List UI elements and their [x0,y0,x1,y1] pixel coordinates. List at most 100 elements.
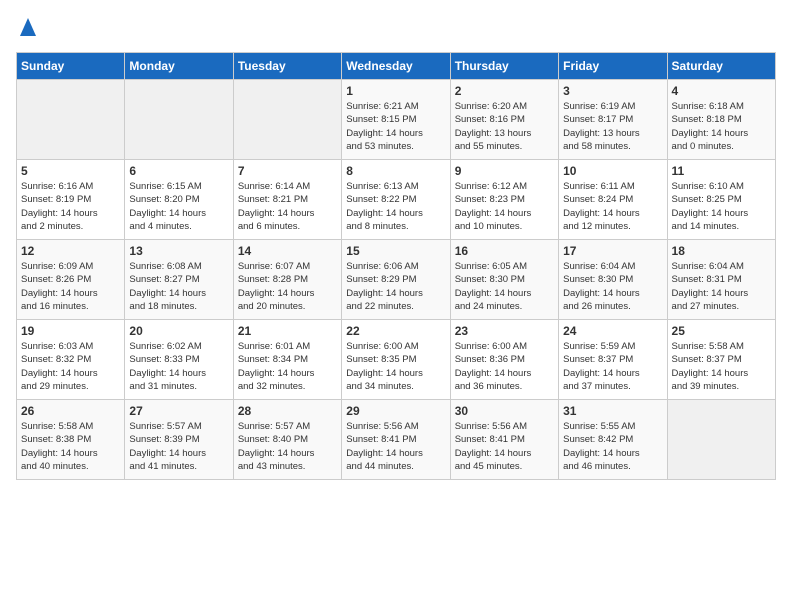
calendar-cell: 31Sunrise: 5:55 AM Sunset: 8:42 PM Dayli… [559,400,667,480]
day-info: Sunrise: 6:02 AM Sunset: 8:33 PM Dayligh… [129,340,228,393]
day-info: Sunrise: 6:04 AM Sunset: 8:31 PM Dayligh… [672,260,771,313]
day-number: 10 [563,164,662,178]
calendar-cell: 21Sunrise: 6:01 AM Sunset: 8:34 PM Dayli… [233,320,341,400]
calendar-body: 1 Sunrise: 6:21 AM Sunset: 8:15 PM Daylig… [17,80,776,480]
calendar-cell: 11 Sunrise: 6:10 AM Sunset: 8:25 PM Dayli… [667,160,775,240]
day-number: 22 [346,324,445,338]
calendar-cell: 1 Sunrise: 6:21 AM Sunset: 8:15 PM Daylig… [342,80,450,160]
day-info: Sunrise: 6:10 AM Sunset: 8:25 PM Dayligh… [672,180,771,233]
weekday-header-wednesday: Wednesday [342,53,450,80]
calendar-cell: 6Sunrise: 6:15 AM Sunset: 8:20 PM Daylig… [125,160,233,240]
weekday-header-thursday: Thursday [450,53,558,80]
day-number: 15 [346,244,445,258]
day-info: Sunrise: 6:00 AM Sunset: 8:36 PM Dayligh… [455,340,554,393]
calendar-cell [667,400,775,480]
day-info: Sunrise: 6:00 AM Sunset: 8:35 PM Dayligh… [346,340,445,393]
calendar-cell: 19Sunrise: 6:03 AM Sunset: 8:32 PM Dayli… [17,320,125,400]
calendar-cell: 27 Sunrise: 5:57 AM Sunset: 8:39 PM Dayli… [125,400,233,480]
calendar-week-row: 1 Sunrise: 6:21 AM Sunset: 8:15 PM Daylig… [17,80,776,160]
calendar-cell: 26Sunrise: 5:58 AM Sunset: 8:38 PM Dayli… [17,400,125,480]
day-number: 3 [563,84,662,98]
calendar-cell: 20 Sunrise: 6:02 AM Sunset: 8:33 PM Dayli… [125,320,233,400]
day-number: 6 [129,164,228,178]
day-info: Sunrise: 6:06 AM Sunset: 8:29 PM Dayligh… [346,260,445,313]
calendar-cell: 13 Sunrise: 6:08 AM Sunset: 8:27 PM Dayli… [125,240,233,320]
calendar-cell: 24 Sunrise: 5:59 AM Sunset: 8:37 PM Dayli… [559,320,667,400]
calendar-cell: 2 Sunrise: 6:20 AM Sunset: 8:16 PM Daylig… [450,80,558,160]
calendar-cell: 30 Sunrise: 5:56 AM Sunset: 8:41 PM Dayli… [450,400,558,480]
day-info: Sunrise: 6:08 AM Sunset: 8:27 PM Dayligh… [129,260,228,313]
weekday-header-friday: Friday [559,53,667,80]
day-info: Sunrise: 6:12 AM Sunset: 8:23 PM Dayligh… [455,180,554,233]
day-number: 27 [129,404,228,418]
calendar-cell: 7 Sunrise: 6:14 AM Sunset: 8:21 PM Daylig… [233,160,341,240]
day-number: 30 [455,404,554,418]
day-number: 12 [21,244,120,258]
day-number: 17 [563,244,662,258]
calendar-cell: 23Sunrise: 6:00 AM Sunset: 8:36 PM Dayli… [450,320,558,400]
calendar-cell: 28 Sunrise: 5:57 AM Sunset: 8:40 PM Dayli… [233,400,341,480]
calendar-cell: 3 Sunrise: 6:19 AM Sunset: 8:17 PM Daylig… [559,80,667,160]
day-info: Sunrise: 5:56 AM Sunset: 8:41 PM Dayligh… [455,420,554,473]
calendar-cell: 29 Sunrise: 5:56 AM Sunset: 8:41 PM Dayli… [342,400,450,480]
calendar-cell: 5Sunrise: 6:16 AM Sunset: 8:19 PM Daylig… [17,160,125,240]
day-number: 24 [563,324,662,338]
calendar-cell: 15 Sunrise: 6:06 AM Sunset: 8:29 PM Dayli… [342,240,450,320]
day-number: 16 [455,244,554,258]
weekday-header-row: SundayMondayTuesdayWednesdayThursdayFrid… [17,53,776,80]
calendar-cell: 18Sunrise: 6:04 AM Sunset: 8:31 PM Dayli… [667,240,775,320]
day-info: Sunrise: 6:04 AM Sunset: 8:30 PM Dayligh… [563,260,662,313]
day-info: Sunrise: 6:20 AM Sunset: 8:16 PM Dayligh… [455,100,554,153]
day-info: Sunrise: 6:18 AM Sunset: 8:18 PM Dayligh… [672,100,771,153]
calendar-cell: 4 Sunrise: 6:18 AM Sunset: 8:18 PM Daylig… [667,80,775,160]
day-number: 19 [21,324,120,338]
calendar-cell [17,80,125,160]
day-number: 20 [129,324,228,338]
day-info: Sunrise: 6:14 AM Sunset: 8:21 PM Dayligh… [238,180,337,233]
day-info: Sunrise: 6:21 AM Sunset: 8:15 PM Dayligh… [346,100,445,153]
calendar-cell: 10 Sunrise: 6:11 AM Sunset: 8:24 PM Dayli… [559,160,667,240]
day-number: 31 [563,404,662,418]
calendar-week-row: 19Sunrise: 6:03 AM Sunset: 8:32 PM Dayli… [17,320,776,400]
calendar-cell: 17 Sunrise: 6:04 AM Sunset: 8:30 PM Dayli… [559,240,667,320]
day-info: Sunrise: 6:01 AM Sunset: 8:34 PM Dayligh… [238,340,337,393]
calendar-table: SundayMondayTuesdayWednesdayThursdayFrid… [16,52,776,480]
day-info: Sunrise: 6:11 AM Sunset: 8:24 PM Dayligh… [563,180,662,233]
day-number: 4 [672,84,771,98]
day-number: 14 [238,244,337,258]
day-info: Sunrise: 5:57 AM Sunset: 8:40 PM Dayligh… [238,420,337,473]
calendar-cell: 8Sunrise: 6:13 AM Sunset: 8:22 PM Daylig… [342,160,450,240]
day-number: 13 [129,244,228,258]
day-number: 28 [238,404,337,418]
logo [16,16,44,40]
day-number: 9 [455,164,554,178]
day-info: Sunrise: 6:05 AM Sunset: 8:30 PM Dayligh… [455,260,554,313]
weekday-header-monday: Monday [125,53,233,80]
calendar-week-row: 12 Sunrise: 6:09 AM Sunset: 8:26 PM Dayli… [17,240,776,320]
day-info: Sunrise: 5:58 AM Sunset: 8:37 PM Dayligh… [672,340,771,393]
calendar-week-row: 26Sunrise: 5:58 AM Sunset: 8:38 PM Dayli… [17,400,776,480]
day-info: Sunrise: 6:13 AM Sunset: 8:22 PM Dayligh… [346,180,445,233]
calendar-cell: 16 Sunrise: 6:05 AM Sunset: 8:30 PM Dayli… [450,240,558,320]
day-info: Sunrise: 5:58 AM Sunset: 8:38 PM Dayligh… [21,420,120,473]
calendar-cell: 9 Sunrise: 6:12 AM Sunset: 8:23 PM Daylig… [450,160,558,240]
day-number: 29 [346,404,445,418]
day-number: 11 [672,164,771,178]
weekday-header-tuesday: Tuesday [233,53,341,80]
day-number: 7 [238,164,337,178]
day-info: Sunrise: 5:59 AM Sunset: 8:37 PM Dayligh… [563,340,662,393]
day-info: Sunrise: 6:09 AM Sunset: 8:26 PM Dayligh… [21,260,120,313]
calendar-cell: 12 Sunrise: 6:09 AM Sunset: 8:26 PM Dayli… [17,240,125,320]
calendar-cell: 22 Sunrise: 6:00 AM Sunset: 8:35 PM Dayli… [342,320,450,400]
day-info: Sunrise: 6:19 AM Sunset: 8:17 PM Dayligh… [563,100,662,153]
calendar-cell: 25 Sunrise: 5:58 AM Sunset: 8:37 PM Dayli… [667,320,775,400]
page-header [16,16,776,40]
day-number: 25 [672,324,771,338]
day-info: Sunrise: 5:56 AM Sunset: 8:41 PM Dayligh… [346,420,445,473]
calendar-cell [125,80,233,160]
day-info: Sunrise: 5:57 AM Sunset: 8:39 PM Dayligh… [129,420,228,473]
calendar-cell [233,80,341,160]
day-number: 2 [455,84,554,98]
calendar-week-row: 5Sunrise: 6:16 AM Sunset: 8:19 PM Daylig… [17,160,776,240]
day-number: 1 [346,84,445,98]
